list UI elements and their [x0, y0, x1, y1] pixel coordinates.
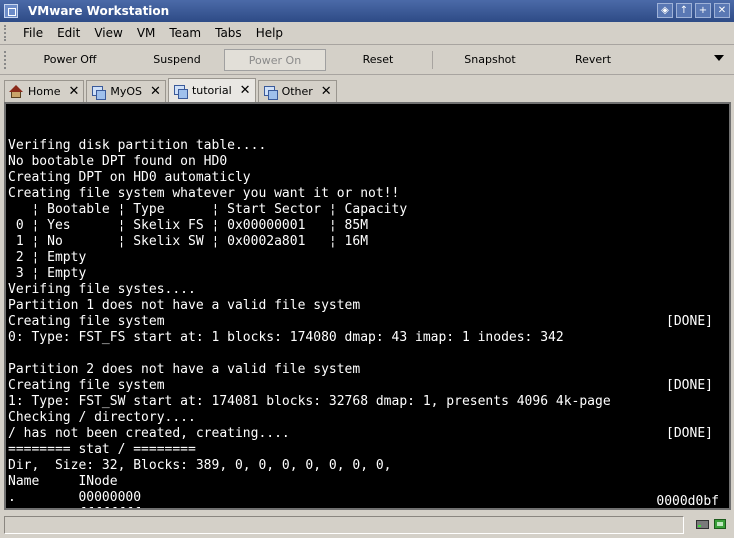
maximize-window-icon[interactable]: + [695, 3, 711, 18]
console-line-text: No bootable DPT found on HD0 [8, 154, 228, 169]
raise-window-icon[interactable]: ↑ [676, 3, 692, 18]
console-line: ¦ Bootable ¦ Type ¦ Start Sector ¦ Capac… [8, 202, 719, 218]
power-off-button[interactable]: Power Off [10, 49, 130, 71]
menu-file[interactable]: File [16, 26, 50, 40]
tab-other[interactable]: Other ✕ [257, 80, 337, 102]
console-line-text: Creating DPT on HD0 automaticly [8, 170, 251, 185]
console-line: Name INode [8, 474, 719, 490]
tab-tutorial[interactable]: tutorial ✕ [167, 78, 256, 102]
device-status-icons [696, 518, 728, 530]
console-line: 1: Type: FST_SW start at: 174081 blocks:… [8, 394, 719, 410]
menu-tabs[interactable]: Tabs [208, 26, 249, 40]
close-tab-icon[interactable]: ✕ [68, 84, 79, 99]
console-line-text: ======== stat / ======== [8, 442, 196, 457]
console-line-text: Verifing file systes.... [8, 282, 196, 297]
toolbar-overflow-icon[interactable] [714, 55, 724, 61]
console-line: Dir, Size: 32, Blocks: 389, 0, 0, 0, 0, … [8, 458, 719, 474]
console-line: 0: Type: FST_FS start at: 1 blocks: 1740… [8, 330, 719, 346]
console-status-done: [DONE] [666, 426, 713, 441]
console-line-text: Verifing disk partition table.... [8, 138, 267, 153]
reset-button[interactable]: Reset [326, 49, 430, 71]
menu-vm[interactable]: VM [130, 26, 163, 40]
tab-label: tutorial [191, 84, 232, 97]
menu-edit[interactable]: Edit [50, 26, 87, 40]
network-icon[interactable] [714, 518, 728, 530]
console-line: 0 ¦ Yes ¦ Skelix FS ¦ 0x00000001 ¦ 85M [8, 218, 719, 234]
console-line-text: Name INode [8, 474, 118, 489]
vm-icon [263, 85, 278, 100]
console-line-text: 0: Type: FST_FS start at: 1 blocks: 1740… [8, 330, 564, 345]
console-line-text: Creating file system [8, 314, 165, 329]
toolbar-separator [432, 51, 433, 69]
console-address: 0000d0bf [656, 494, 719, 509]
console-line-text: Dir, Size: 32, Blocks: 389, 0, 0, 0, 0, … [8, 458, 392, 473]
console-line: Partition 1 does not have a valid file s… [8, 298, 719, 314]
tab-home[interactable]: Home ✕ [4, 80, 85, 102]
console-line: Checking / directory.... [8, 410, 719, 426]
vm-tab-bar: Home ✕ MyOS ✕ tutorial ✕ Other ✕ [0, 78, 734, 102]
vmware-app-icon[interactable] [4, 4, 18, 18]
console-line: Creating file system [DONE] [8, 314, 719, 330]
vm-icon [91, 85, 107, 100]
console-line-text: 1 ¦ No ¦ Skelix SW ¦ 0x0002a801 ¦ 16M [8, 234, 369, 249]
console-line: Verifing disk partition table.... [8, 138, 719, 154]
power-on-button[interactable]: Power On [224, 49, 326, 71]
console-line-text: / has not been created, creating.... [8, 426, 290, 441]
power-toolbar: Power Off Suspend Power On Reset Snapsho… [0, 46, 734, 75]
console-line-text: 2 ¦ Empty [8, 250, 87, 265]
close-tab-icon[interactable]: ✕ [150, 84, 161, 99]
console-line: Creating file system whatever you want i… [8, 186, 719, 202]
console-line: 1 ¦ No ¦ Skelix SW ¦ 0x0002a801 ¦ 16M [8, 234, 719, 250]
suspend-button[interactable]: Suspend [130, 49, 224, 71]
menu-team[interactable]: Team [162, 26, 208, 40]
console-line: Partition 2 does not have a valid file s… [8, 362, 719, 378]
close-window-icon[interactable]: ✕ [714, 3, 730, 18]
close-tab-icon[interactable]: ✕ [240, 83, 251, 98]
console-line-text: Partition 1 does not have a valid file s… [8, 298, 361, 313]
vm-icon [173, 84, 188, 99]
console-line: No bootable DPT found on HD0 [8, 154, 719, 170]
tab-label: Home [28, 85, 61, 98]
tab-label: MyOS [110, 85, 143, 98]
console-line-text: 1: Type: FST_SW start at: 174081 blocks:… [8, 394, 611, 409]
console-line: 2 ¦ Empty [8, 250, 719, 266]
console-line-text: Checking / directory.... [8, 410, 196, 425]
console-bottom-line: =¬€ 0000d0bf [8, 494, 719, 509]
menu-help[interactable]: Help [249, 26, 290, 40]
hard-disk-icon[interactable] [696, 518, 710, 530]
status-bar [0, 512, 734, 538]
console-line: Creating DPT on HD0 automaticly [8, 170, 719, 186]
window-title: VMware Workstation [28, 4, 170, 18]
home-icon [9, 84, 23, 99]
vm-console[interactable]: Verifing disk partition table.... No boot… [4, 102, 731, 510]
console-line-text: Creating file system whatever you want i… [8, 186, 400, 201]
menu-view[interactable]: View [87, 26, 129, 40]
revert-button[interactable]: Revert [545, 49, 641, 71]
console-line-text: 0 ¦ Yes ¦ Skelix FS ¦ 0x00000001 ¦ 85M [8, 218, 369, 233]
menu-bar: File Edit View VM Team Tabs Help [0, 22, 734, 45]
console-line-text: ¦ Bootable ¦ Type ¦ Start Sector ¦ Capac… [8, 202, 408, 217]
console-line-text: Creating file system [8, 378, 165, 393]
console-line: ======== stat / ======== [8, 442, 719, 458]
menubar-grip[interactable] [4, 25, 10, 41]
console-text: Verifing disk partition table.... No boot… [8, 106, 719, 509]
shade-window-icon[interactable]: ◈ [657, 3, 673, 18]
close-tab-icon[interactable]: ✕ [321, 84, 332, 99]
console-line: Creating file system [DONE] [8, 378, 719, 394]
console-line: 3 ¦ Empty [8, 266, 719, 282]
console-status-done: [DONE] [666, 314, 713, 329]
status-message-field [4, 516, 684, 534]
console-line: Verifing file systes.... [8, 282, 719, 298]
console-status-done: [DONE] [666, 378, 713, 393]
console-line-text: Partition 2 does not have a valid file s… [8, 362, 361, 377]
console-line-text: 3 ¦ Empty [8, 266, 87, 281]
console-line: / has not been created, creating.... [DON… [8, 426, 719, 442]
snapshot-button[interactable]: Snapshot [435, 49, 545, 71]
tab-label: Other [281, 85, 313, 98]
tab-myos[interactable]: MyOS ✕ [86, 80, 166, 102]
title-bar: VMware Workstation ◈ ↑ + ✕ [0, 0, 734, 22]
window-controls: ◈ ↑ + ✕ [657, 3, 730, 18]
